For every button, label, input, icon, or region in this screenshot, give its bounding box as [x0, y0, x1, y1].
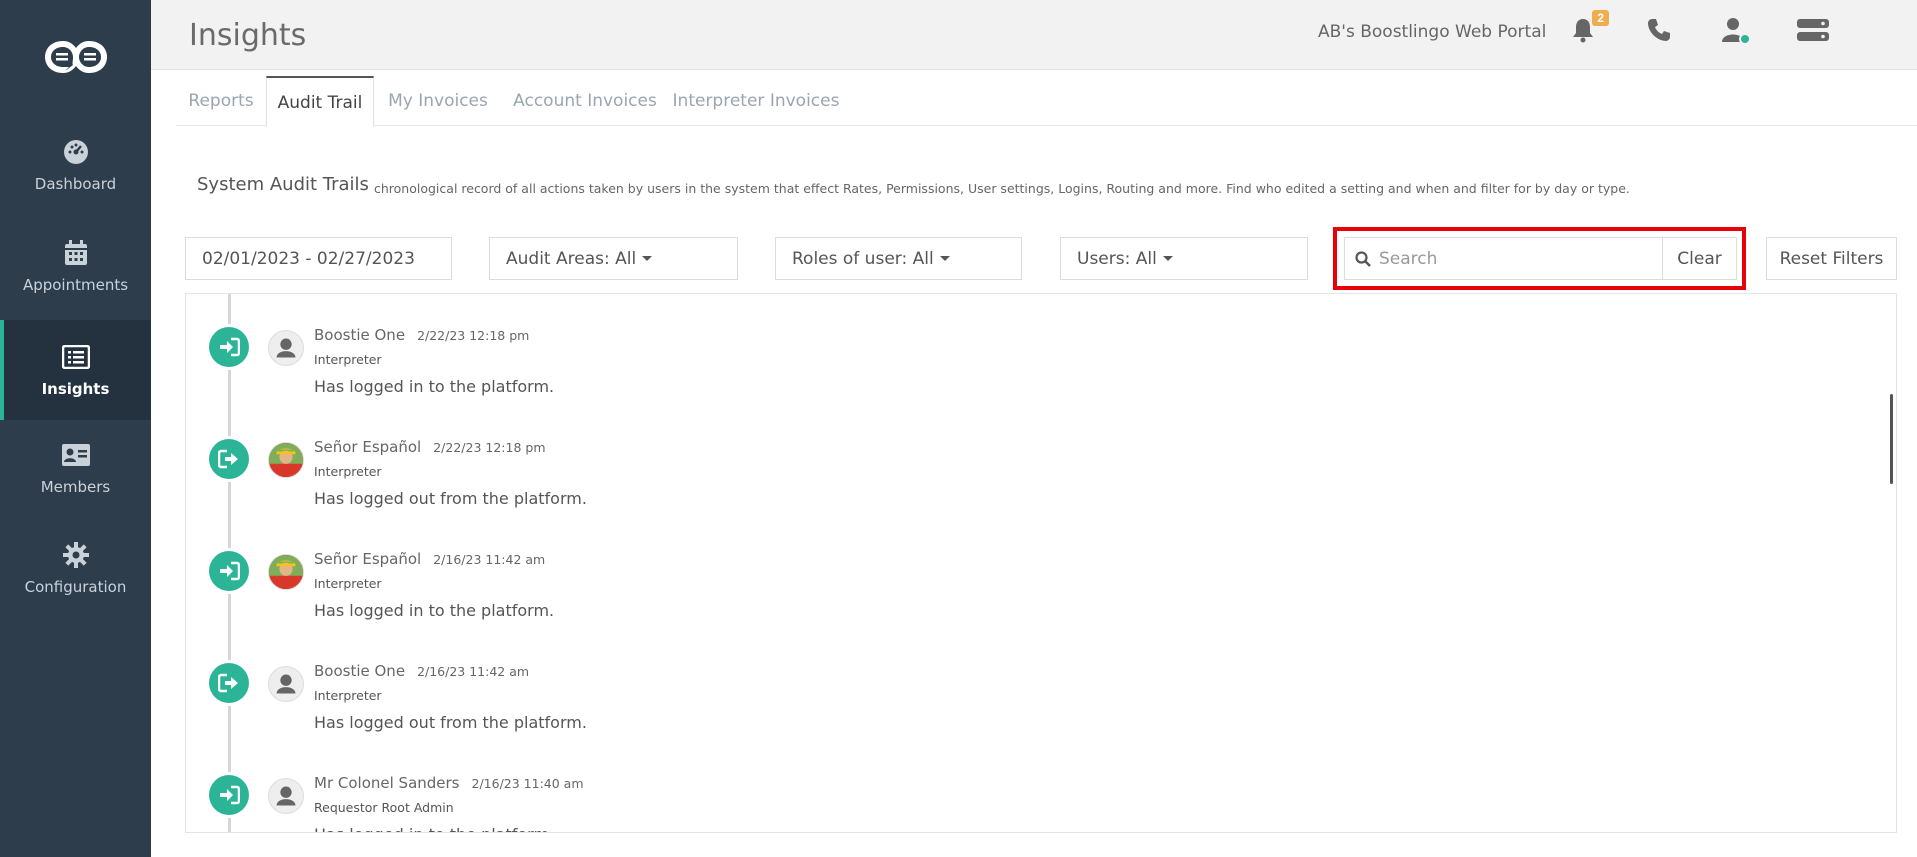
user-role: Interpreter: [314, 576, 382, 591]
dashboard-gauge-icon: [61, 137, 91, 167]
audit-entry: Señor Español 2/16/23 11:42 am Interprete…: [186, 529, 1886, 641]
sidebar-item-label: Insights: [41, 380, 110, 398]
phone-icon[interactable]: [1641, 12, 1677, 48]
tab-my-invoices[interactable]: My Invoices: [374, 76, 502, 126]
page-title: Insights: [189, 18, 307, 53]
tab-reports[interactable]: Reports: [176, 76, 266, 126]
login-icon: [209, 327, 249, 367]
calendar-icon: [61, 238, 91, 268]
id-card-icon: [61, 440, 91, 470]
logout-icon: [209, 439, 249, 479]
audit-timeline-panel[interactable]: Boostie One 2/22/23 12:18 pm Interpreter …: [185, 293, 1897, 833]
sidebar-item-insights[interactable]: Insights: [0, 320, 151, 420]
user-role: Requestor Root Admin: [314, 800, 454, 815]
search-highlight-box: [1333, 227, 1746, 290]
date-range-value: 02/01/2023 - 02/27/2023: [202, 248, 415, 269]
insights-tabs: Reports Audit Trail My Invoices Account …: [176, 76, 1917, 127]
users-label: Users: All: [1077, 248, 1157, 269]
sidebar-item-appointments[interactable]: Appointments: [0, 216, 151, 316]
user-role: Interpreter: [314, 352, 382, 367]
top-header: Insights AB's Boostlingo Web Portal 2: [151, 0, 1917, 70]
online-status-dot: [1739, 33, 1751, 45]
roles-label: Roles of user: All: [792, 248, 934, 269]
entry-message: Has logged out from the platform.: [314, 713, 587, 732]
audit-areas-label: Audit Areas: All: [506, 248, 637, 269]
portal-name: AB's Boostlingo Web Portal: [1318, 22, 1547, 42]
user-name: Señor Español: [314, 550, 422, 568]
boostlingo-logo-icon[interactable]: [0, 30, 151, 84]
sidebar-item-members[interactable]: Members: [0, 418, 151, 518]
avatar: [268, 330, 304, 366]
avatar: [268, 666, 304, 702]
audit-entry: Boostie One 2/22/23 12:18 pm Interpreter …: [186, 305, 1886, 417]
date-range-picker[interactable]: 02/01/2023 - 02/27/2023: [185, 237, 452, 280]
sidebar-item-label: Appointments: [22, 276, 129, 294]
list-alt-icon: [61, 342, 91, 372]
tab-account-invoices[interactable]: Account Invoices: [502, 76, 668, 126]
entry-message: Has logged in to the platform.: [314, 825, 554, 832]
section-description: chronological record of all actions take…: [374, 181, 1630, 196]
sidebar-item-label: Members: [40, 478, 111, 496]
caret-down-icon: [939, 256, 950, 261]
tab-interpreter-invoices[interactable]: Interpreter Invoices: [668, 76, 844, 126]
audit-areas-dropdown[interactable]: Audit Areas: All: [489, 237, 738, 280]
tab-audit-trail[interactable]: Audit Trail: [266, 76, 374, 127]
entry-timestamp: 2/16/23 11:40 am: [471, 776, 584, 791]
user-photo-avatar: [268, 554, 304, 590]
login-icon: [209, 551, 249, 591]
sidebar-item-configuration[interactable]: Configuration: [0, 518, 151, 618]
notification-badge: 2: [1592, 10, 1609, 26]
user-name: Señor Español: [314, 438, 422, 456]
user-name: Boostie One: [314, 662, 406, 680]
sidebar: Dashboard Appointments Insights Members …: [0, 0, 151, 857]
logout-icon: [209, 663, 249, 703]
user-role: Interpreter: [314, 688, 382, 703]
sidebar-item-label: Configuration: [24, 578, 127, 596]
caret-down-icon: [1162, 256, 1173, 261]
reset-filters-button[interactable]: Reset Filters: [1766, 237, 1897, 280]
bell-icon[interactable]: 2: [1565, 10, 1609, 48]
entry-message: Has logged in to the platform.: [314, 377, 555, 396]
sidebar-item-dashboard[interactable]: Dashboard: [0, 115, 151, 215]
entry-timestamp: 2/16/23 11:42 am: [433, 552, 546, 567]
entry-timestamp: 2/16/23 11:42 am: [417, 664, 530, 679]
user-role: Interpreter: [314, 464, 382, 479]
entry-timestamp: 2/22/23 12:18 pm: [433, 440, 546, 455]
server-icon[interactable]: [1795, 12, 1831, 48]
user-name: Boostie One: [314, 326, 406, 344]
sidebar-item-label: Dashboard: [34, 175, 117, 193]
avatar: [268, 778, 304, 814]
audit-entry: Boostie One 2/16/23 11:42 am Interpreter …: [186, 641, 1886, 753]
scrollbar[interactable]: [1890, 394, 1893, 484]
users-dropdown[interactable]: Users: All: [1060, 237, 1308, 280]
caret-down-icon: [642, 256, 653, 261]
entry-timestamp: 2/22/23 12:18 pm: [417, 328, 530, 343]
audit-entry: Señor Español 2/22/23 12:18 pm Interprete…: [186, 417, 1886, 529]
roles-dropdown[interactable]: Roles of user: All: [775, 237, 1022, 280]
entry-message: Has logged in to the platform.: [314, 601, 555, 620]
user-status-icon[interactable]: [1717, 12, 1753, 48]
user-name: Mr Colonel Sanders: [314, 774, 460, 792]
entry-message: Has logged out from the platform.: [314, 489, 587, 508]
audit-entry: Mr Colonel Sanders 2/16/23 11:40 am Reque…: [186, 753, 1886, 832]
login-icon: [209, 775, 249, 815]
user-photo-avatar: [268, 442, 304, 478]
section-title: System Audit Trails: [197, 174, 369, 195]
gear-icon: [61, 540, 91, 570]
